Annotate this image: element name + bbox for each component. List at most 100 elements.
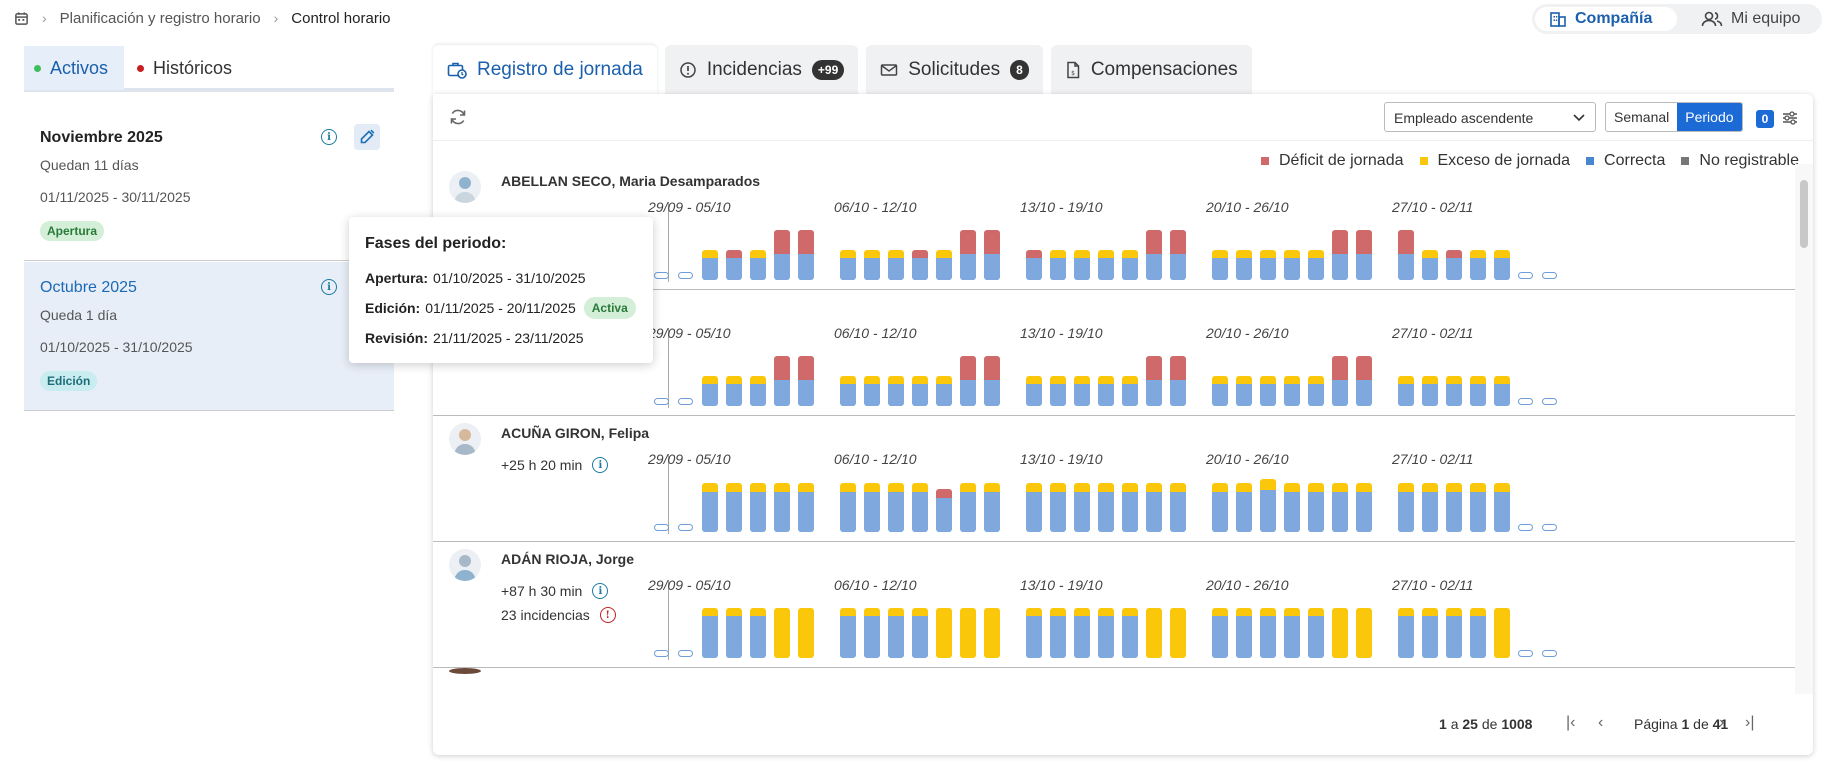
day-bar[interactable] bbox=[1212, 483, 1228, 532]
day-bar[interactable] bbox=[774, 230, 790, 280]
day-bar[interactable] bbox=[1146, 483, 1162, 532]
day-bar[interactable] bbox=[888, 608, 904, 658]
day-bar[interactable] bbox=[840, 376, 856, 406]
tab-compensaciones[interactable]: $ Compensaciones bbox=[1050, 45, 1252, 94]
day-bar[interactable] bbox=[1074, 376, 1090, 406]
info-icon[interactable]: i bbox=[321, 129, 337, 145]
day-bar[interactable] bbox=[840, 608, 856, 658]
day-bar[interactable] bbox=[1422, 483, 1438, 532]
day-bar[interactable] bbox=[1284, 608, 1300, 658]
day-bar[interactable] bbox=[1446, 483, 1462, 532]
day-bar[interactable] bbox=[1170, 230, 1186, 280]
day-bar[interactable] bbox=[750, 376, 766, 406]
next-page-icon[interactable]: › bbox=[1719, 714, 1724, 732]
day-bar[interactable] bbox=[702, 250, 718, 280]
day-bar[interactable] bbox=[888, 376, 904, 406]
view-weekly-button[interactable]: Semanal bbox=[1606, 103, 1677, 131]
team-toggle-option[interactable]: Mi equipo bbox=[1677, 7, 1814, 31]
day-bar[interactable] bbox=[1098, 250, 1114, 280]
day-bar[interactable] bbox=[1146, 356, 1162, 406]
day-bar[interactable] bbox=[702, 483, 718, 532]
day-bar[interactable] bbox=[1308, 376, 1324, 406]
day-bar[interactable] bbox=[1398, 376, 1414, 406]
day-bar[interactable] bbox=[1026, 250, 1042, 280]
day-bar[interactable] bbox=[960, 483, 976, 532]
day-bar[interactable] bbox=[984, 230, 1000, 280]
day-bar[interactable] bbox=[1212, 608, 1228, 658]
day-bar[interactable] bbox=[1470, 608, 1486, 658]
day-bar[interactable] bbox=[1308, 483, 1324, 532]
tab-historic[interactable]: Históricos bbox=[137, 46, 232, 90]
prev-page-icon[interactable]: ‹ bbox=[1598, 714, 1603, 732]
info-icon[interactable]: i bbox=[592, 457, 609, 473]
day-bar[interactable] bbox=[1470, 376, 1486, 406]
day-bar[interactable] bbox=[840, 250, 856, 280]
day-bar[interactable] bbox=[1050, 376, 1066, 406]
day-bar[interactable] bbox=[726, 483, 742, 532]
day-bar[interactable] bbox=[774, 483, 790, 532]
day-bar[interactable] bbox=[1398, 230, 1414, 280]
day-bar[interactable] bbox=[1356, 608, 1372, 658]
day-bar[interactable] bbox=[1212, 250, 1228, 280]
day-bar[interactable] bbox=[798, 230, 814, 280]
day-bar[interactable] bbox=[1260, 250, 1276, 280]
employee-row[interactable]: ACUÑA GIRON, Felipa +25 h 20 min i 29/09 - … bbox=[433, 416, 1795, 542]
day-bar[interactable] bbox=[1308, 608, 1324, 658]
day-bar[interactable] bbox=[1236, 483, 1252, 532]
day-bar[interactable] bbox=[1422, 376, 1438, 406]
day-bar[interactable] bbox=[960, 608, 976, 658]
day-bar[interactable] bbox=[984, 483, 1000, 532]
day-bar[interactable] bbox=[1494, 608, 1510, 658]
day-bar[interactable] bbox=[1356, 483, 1372, 532]
day-bar[interactable] bbox=[1122, 250, 1138, 280]
day-bar[interactable] bbox=[1308, 250, 1324, 280]
day-bar[interactable] bbox=[774, 356, 790, 406]
refresh-icon[interactable] bbox=[449, 108, 467, 126]
day-bar[interactable] bbox=[1074, 483, 1090, 532]
day-bar[interactable] bbox=[864, 608, 880, 658]
tab-incidencias[interactable]: Incidencias +99 bbox=[664, 45, 859, 94]
day-bar[interactable] bbox=[1122, 376, 1138, 406]
employee-row[interactable]: ADÁN RIOJA, Jorge +87 h 30 min i 23 inciden… bbox=[433, 542, 1795, 668]
day-bar[interactable] bbox=[798, 483, 814, 532]
day-bar[interactable] bbox=[1494, 483, 1510, 532]
company-toggle-option[interactable]: Compañía bbox=[1535, 7, 1677, 31]
tab-solicitudes[interactable]: Solicitudes 8 bbox=[866, 45, 1043, 94]
day-bar[interactable] bbox=[1050, 250, 1066, 280]
day-bar[interactable] bbox=[1332, 608, 1348, 658]
day-bar[interactable] bbox=[798, 608, 814, 658]
day-bar[interactable] bbox=[1446, 250, 1462, 280]
day-bar[interactable] bbox=[864, 376, 880, 406]
day-bar[interactable] bbox=[1146, 230, 1162, 280]
day-bar[interactable] bbox=[912, 608, 928, 658]
period-card-october[interactable]: Octubre 2025 Queda 1 día 01/10/2025 - 31… bbox=[24, 262, 394, 411]
day-bar[interactable] bbox=[912, 250, 928, 280]
sort-select[interactable]: Empleado ascendente bbox=[1384, 102, 1596, 132]
vertical-scrollbar[interactable] bbox=[1795, 164, 1813, 694]
day-bar[interactable] bbox=[726, 376, 742, 406]
day-bar[interactable] bbox=[1236, 250, 1252, 280]
day-bar[interactable] bbox=[1212, 376, 1228, 406]
day-bar[interactable] bbox=[1332, 230, 1348, 280]
day-bar[interactable] bbox=[1170, 608, 1186, 658]
breadcrumb-link[interactable]: Planificación y registro horario bbox=[60, 10, 261, 27]
day-bar[interactable] bbox=[1236, 608, 1252, 658]
first-page-icon[interactable]: |‹ bbox=[1566, 714, 1575, 732]
tab-active[interactable]: Activos bbox=[24, 46, 124, 90]
scrollbar-thumb[interactable] bbox=[1800, 180, 1808, 248]
info-icon[interactable]: i bbox=[321, 279, 337, 295]
day-bar[interactable] bbox=[1026, 608, 1042, 658]
day-bar[interactable] bbox=[1170, 356, 1186, 406]
day-bar[interactable] bbox=[1074, 608, 1090, 658]
day-bar[interactable] bbox=[798, 356, 814, 406]
day-bar[interactable] bbox=[1236, 376, 1252, 406]
day-bar[interactable] bbox=[1098, 483, 1114, 532]
day-bar[interactable] bbox=[1284, 250, 1300, 280]
view-period-button[interactable]: Periodo bbox=[1677, 103, 1742, 131]
edit-icon[interactable] bbox=[354, 124, 380, 150]
day-bar[interactable] bbox=[1446, 608, 1462, 658]
day-bar[interactable] bbox=[1170, 483, 1186, 532]
day-bar[interactable] bbox=[1098, 608, 1114, 658]
period-card-november[interactable]: Noviembre 2025 Quedan 11 días 01/11/2025… bbox=[24, 112, 394, 261]
day-bar[interactable] bbox=[1260, 376, 1276, 406]
